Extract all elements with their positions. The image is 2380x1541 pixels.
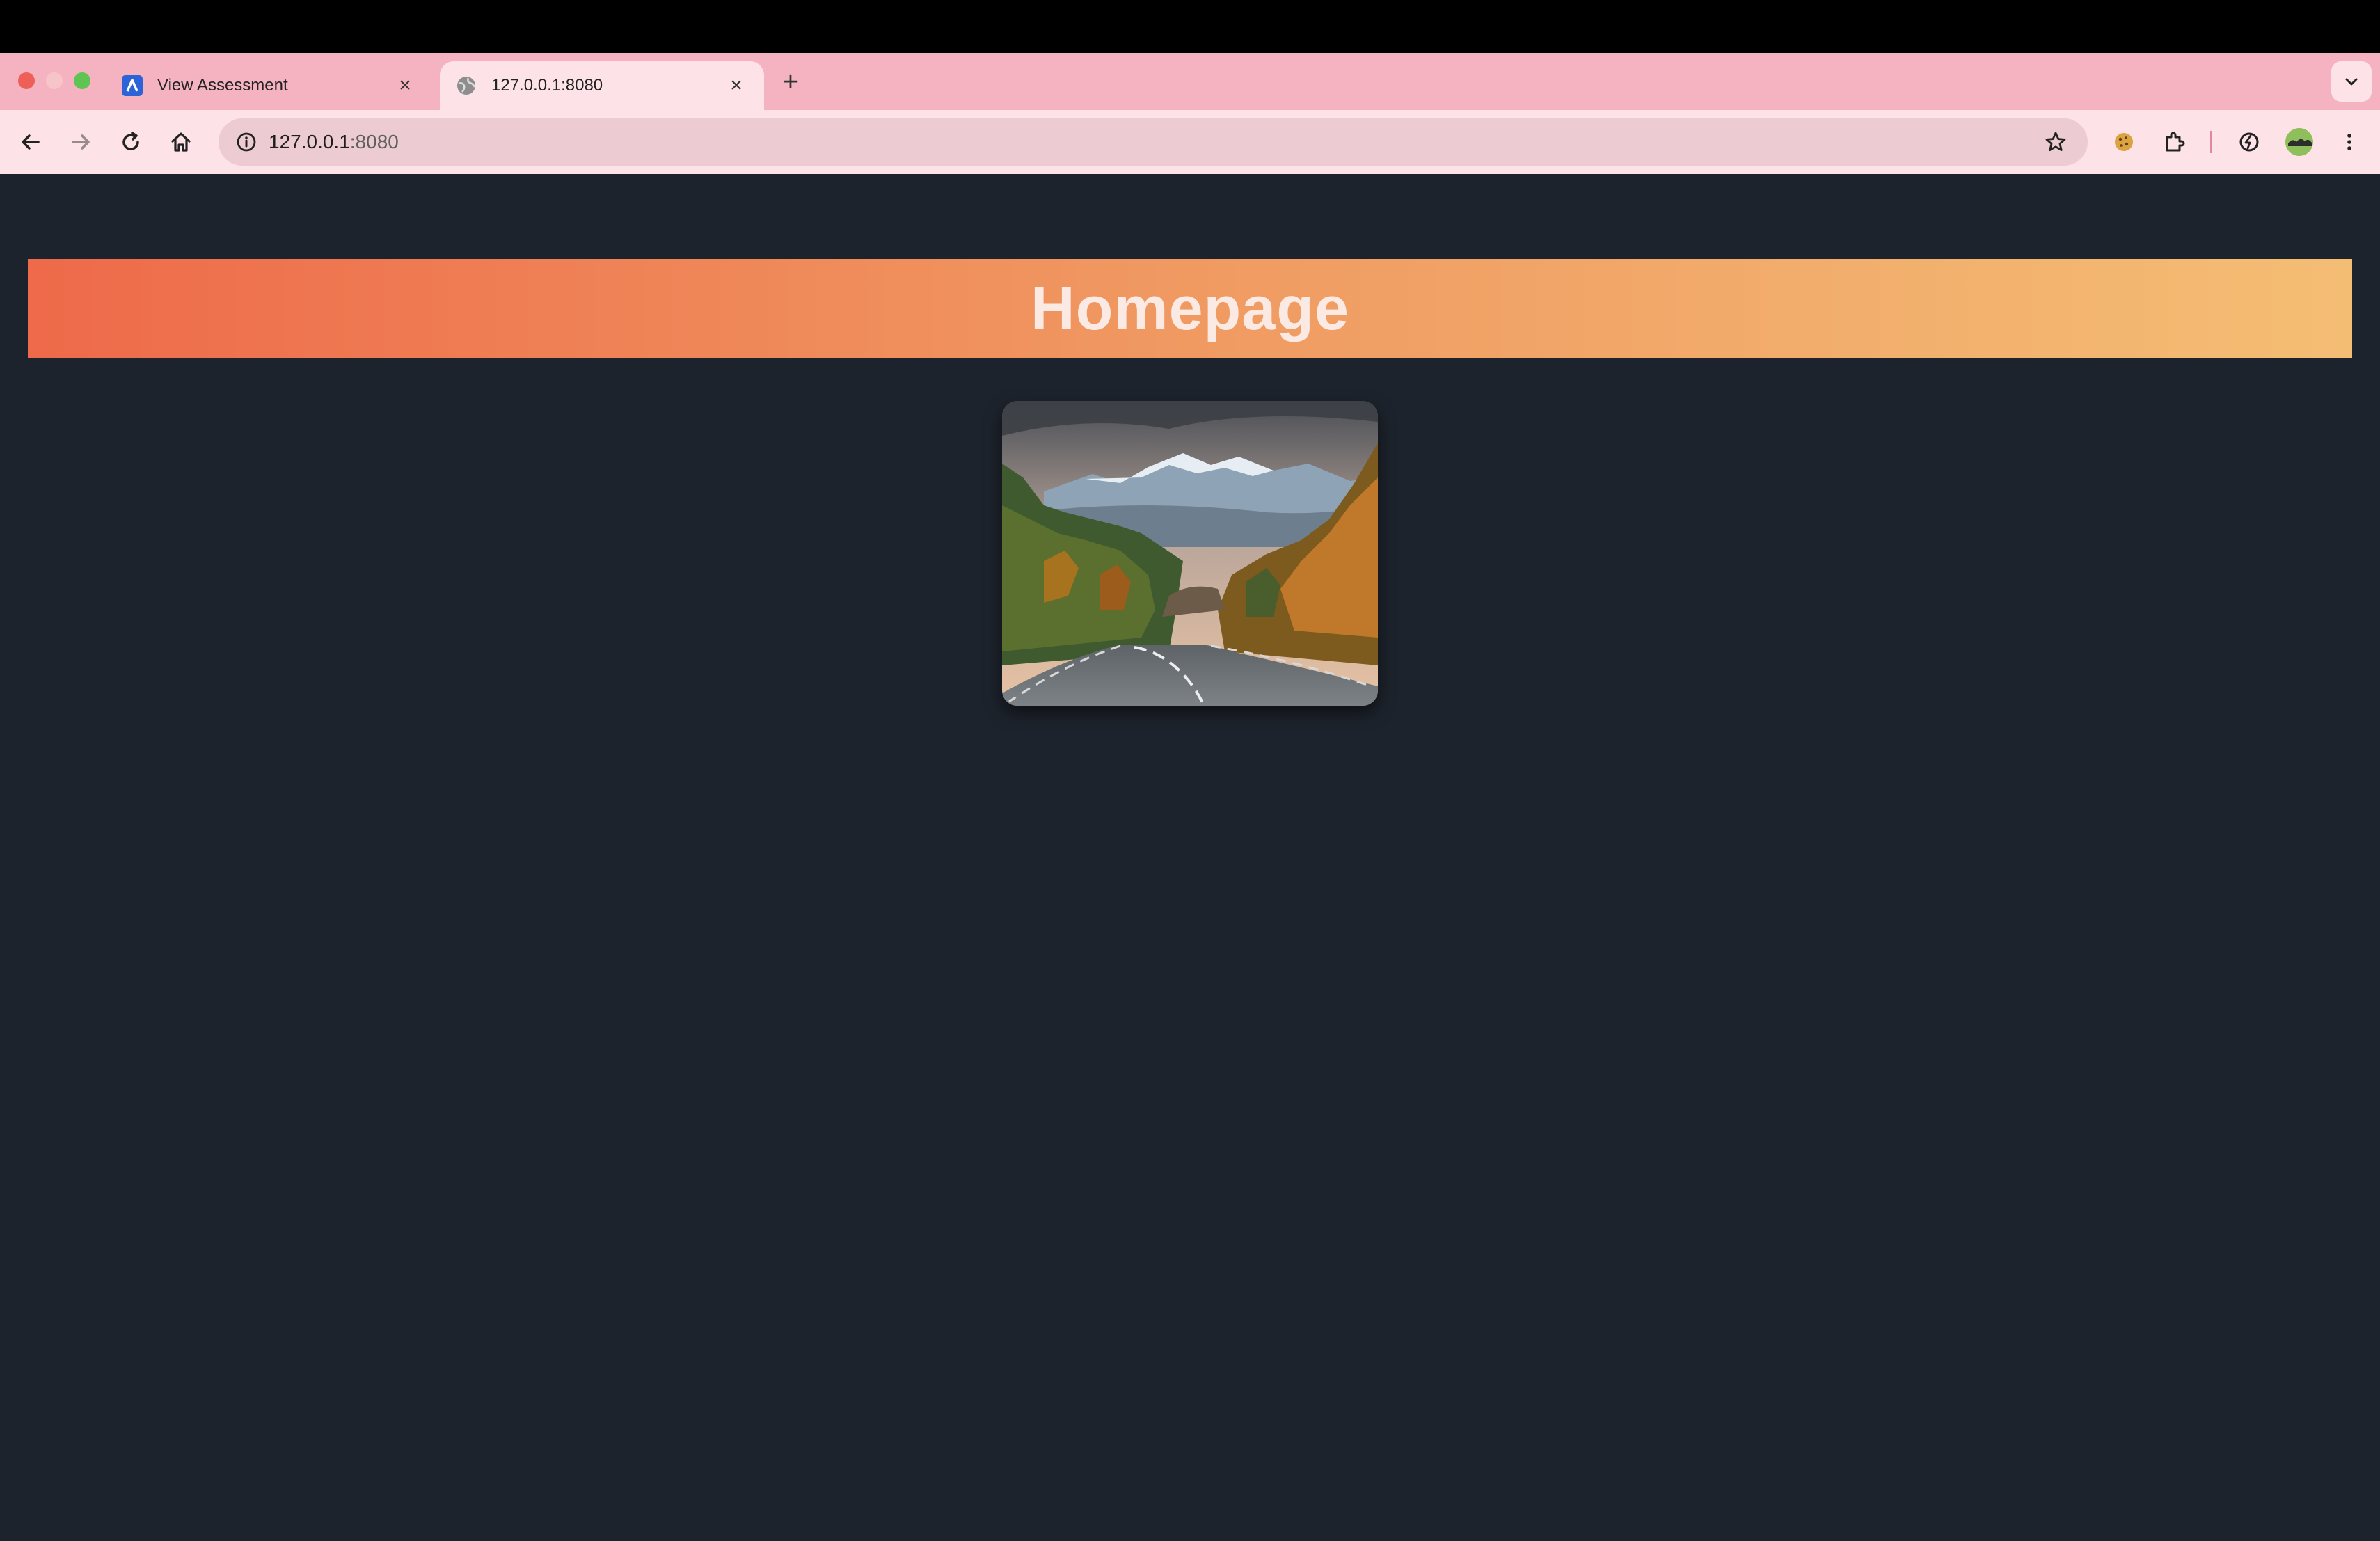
landscape-photo <box>1002 401 1378 706</box>
forward-button[interactable] <box>63 124 99 160</box>
page-title: Homepage <box>1031 274 1349 342</box>
forward-arrow-icon <box>72 134 90 150</box>
url-port: :8080 <box>349 131 399 152</box>
tab-localhost[interactable]: 127.0.0.1:8080 × <box>440 61 764 110</box>
more-menu-icon[interactable] <box>2331 124 2367 160</box>
tab-title: 127.0.0.1:8080 <box>491 76 603 95</box>
tab-close-icon[interactable]: × <box>724 73 749 98</box>
reload-icon <box>122 132 139 150</box>
cookie-extension-icon[interactable] <box>2106 124 2142 160</box>
url-host: 127.0.0.1 <box>269 131 350 152</box>
bookmark-star-icon[interactable] <box>2040 127 2071 157</box>
reload-button[interactable] <box>113 124 149 160</box>
site-info-icon[interactable] <box>232 128 260 156</box>
tab-search-button[interactable] <box>2331 61 2372 102</box>
home-button[interactable] <box>163 124 199 160</box>
extensions-puzzle-icon[interactable] <box>2156 124 2192 160</box>
chevron-down-icon <box>2345 78 2358 86</box>
blue-a-favicon <box>121 74 143 97</box>
tab-view-assessment[interactable]: View Assessment × <box>106 61 433 110</box>
page-header-banner: Homepage <box>28 259 2352 358</box>
profile-avatar[interactable] <box>2285 128 2313 156</box>
toolbar-divider <box>2210 131 2212 153</box>
home-icon <box>171 132 191 152</box>
tab-title: View Assessment <box>157 76 288 95</box>
address-bar[interactable]: 127.0.0.1:8080 <box>219 118 2088 166</box>
window-zoom-button[interactable] <box>74 72 90 89</box>
back-arrow-icon <box>22 134 40 150</box>
back-button[interactable] <box>13 124 49 160</box>
window-minimize-button[interactable] <box>46 72 63 89</box>
system-menu-bar <box>0 0 2380 53</box>
performance-icon[interactable] <box>2231 124 2267 160</box>
window-close-button[interactable] <box>18 72 35 89</box>
new-tab-button[interactable]: + <box>775 67 806 97</box>
tab-close-icon[interactable]: × <box>392 73 418 98</box>
globe-icon <box>455 74 477 97</box>
